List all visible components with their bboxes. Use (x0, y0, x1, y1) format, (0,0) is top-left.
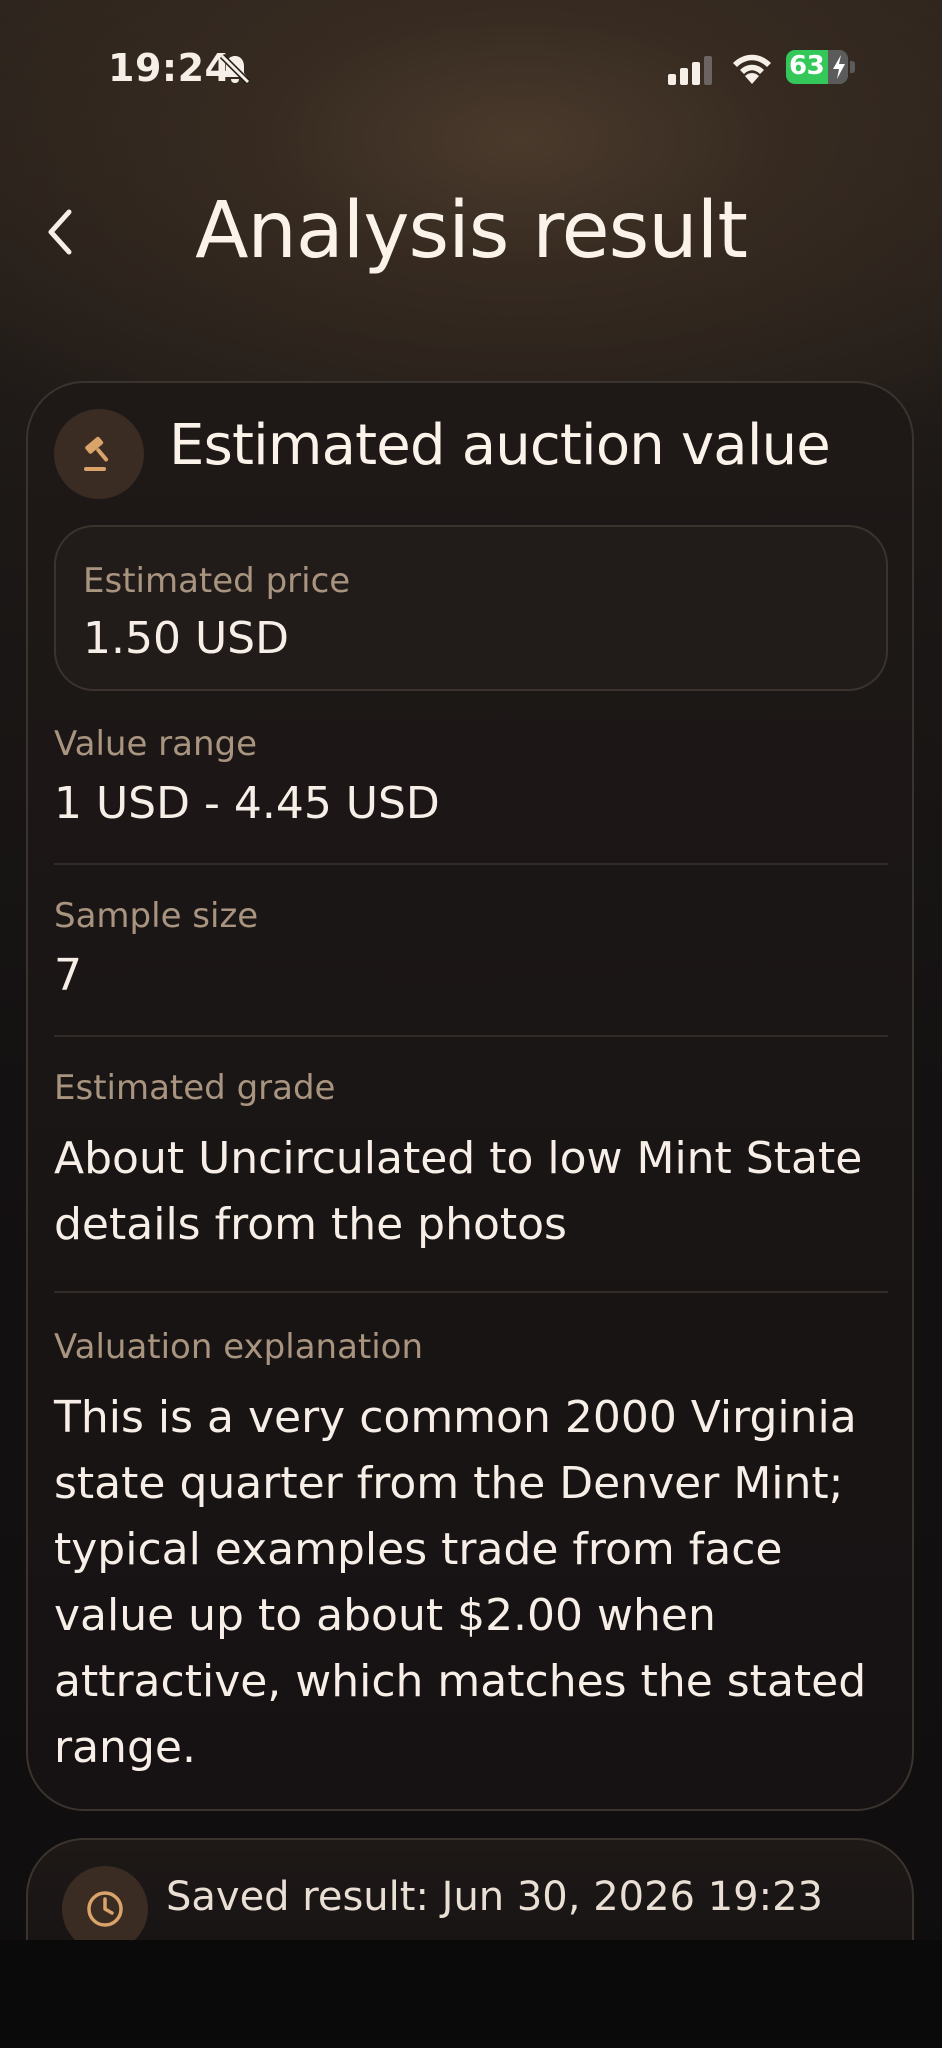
cellular-signal-icon (668, 56, 712, 85)
battery-percent: 63 (789, 51, 825, 81)
battery-indicator: 63 (786, 50, 856, 86)
estimated-grade-row: Estimated grade About Uncirculated to lo… (54, 1068, 888, 1258)
bell-slash-icon (219, 53, 251, 85)
status-time: 19:24 (108, 46, 232, 90)
value-range-label: Value range (54, 724, 258, 764)
estimated-price-box: Estimated price 1.50 USD (54, 525, 888, 691)
card-title: Estimated auction value (169, 413, 831, 478)
valuation-explanation-value: This is a very common 2000 Virginia stat… (54, 1392, 867, 1773)
clock-icon (87, 1891, 123, 1927)
status-bar: 19:24 63 (0, 0, 942, 140)
page-title: Analysis result (195, 186, 748, 276)
charging-bolt-icon (833, 55, 845, 79)
estimated-grade-label: Estimated grade (54, 1068, 336, 1108)
estimated-price-label: Estimated price (83, 561, 351, 601)
auction-value-card: Estimated auction value Estimated price … (26, 381, 914, 1811)
wifi-icon (733, 54, 771, 84)
gavel-icon (84, 436, 109, 471)
divider (54, 1035, 888, 1037)
battery-nub (850, 61, 855, 73)
estimated-price-value: 1.50 USD (83, 613, 289, 664)
valuation-explanation-label: Valuation explanation (54, 1327, 424, 1367)
saved-result-text: Saved result: Jun 30, 2026 19:23 (166, 1874, 823, 1920)
valuation-explanation-row: Valuation explanation This is a very com… (54, 1327, 888, 1781)
estimated-grade-value: About Uncirculated to low Mint State det… (54, 1133, 863, 1250)
value-range-value: 1 USD - 4.45 USD (54, 778, 440, 829)
sample-size-value: 7 (54, 950, 82, 1001)
divider (54, 1291, 888, 1293)
battery-body: 63 (786, 50, 848, 84)
sample-size-row: Sample size 7 (54, 896, 888, 1001)
bottom-overlay (0, 1940, 942, 2048)
sample-size-label: Sample size (54, 896, 259, 936)
value-range-row: Value range 1 USD - 4.45 USD (54, 724, 888, 829)
gavel-badge (54, 409, 144, 499)
divider (54, 863, 888, 865)
